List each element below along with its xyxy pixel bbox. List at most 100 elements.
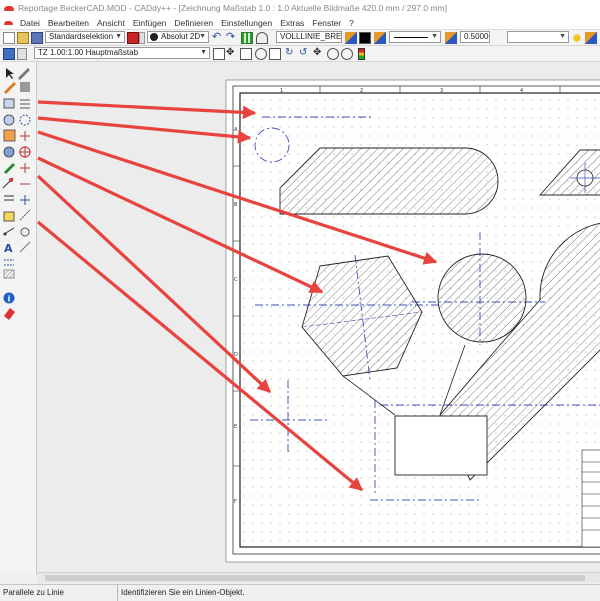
menu-extras[interactable]: Extras — [276, 18, 308, 28]
zoom-out-icon[interactable]: ↺ — [299, 48, 311, 60]
tool-palette: A i — [0, 62, 37, 574]
pen-icon[interactable] — [18, 68, 30, 80]
selection-mode-dropdown[interactable]: Standardselektion ▼ — [45, 31, 125, 43]
coordinate-icon — [150, 33, 158, 41]
settings-layer-icon[interactable] — [585, 32, 597, 44]
undo-icon[interactable]: ↶ — [212, 32, 224, 44]
line-style-layer-icon[interactable] — [374, 32, 386, 44]
text-marker-icon[interactable] — [3, 211, 15, 222]
drawing-tool-icon[interactable] — [3, 129, 16, 142]
arrow-double-icon[interactable] — [4, 195, 14, 201]
menu-einstellungen[interactable]: Einstellungen — [217, 18, 276, 28]
axis-cross-icon[interactable] — [20, 195, 30, 205]
status-prompt: Identifizieren Sie ein Linien-Objekt. — [121, 588, 245, 597]
horizontal-scrollbar[interactable] — [37, 572, 600, 583]
zoom-in-icon[interactable]: ↻ — [285, 48, 297, 60]
status-function: Parallele zu Linie — [0, 585, 118, 601]
arrow-select-icon[interactable] — [213, 48, 225, 60]
lightbulb-icon[interactable] — [572, 32, 582, 44]
drawing-sheet[interactable]: 1 2 3 4 A B C D E F — [37, 62, 600, 572]
coordinate-mode-dropdown[interactable]: Absolut 2D ▼ — [147, 31, 209, 43]
ruler-number-3: 3 — [440, 88, 443, 94]
select-arrow-icon[interactable] — [6, 68, 14, 79]
layer-icon[interactable] — [345, 32, 357, 44]
scrollbar-thumb[interactable] — [45, 575, 585, 581]
zoom-next-icon[interactable] — [341, 48, 353, 60]
menu-help[interactable]: ? — [345, 18, 358, 28]
chevron-down-icon: ▼ — [115, 33, 122, 40]
line-width-field[interactable]: 0.500000 — [460, 31, 490, 43]
circle-tool-icon[interactable] — [3, 114, 15, 126]
secondary-toolbar: TZ 1.00:1.00 Hauptmaßstab ▼ ✥ ↻ ↺ ✥ — [0, 46, 600, 62]
grid-icon[interactable] — [241, 32, 253, 44]
center-circle-icon[interactable] — [19, 146, 31, 158]
line-width-layer-icon[interactable] — [445, 32, 457, 44]
pencil-icon[interactable] — [4, 82, 16, 94]
scale-part-dropdown[interactable]: TZ 1.00:1.00 Hauptmaßstab ▼ — [34, 47, 210, 59]
redo-icon[interactable]: ↷ — [226, 32, 238, 44]
hatch-pattern-icon[interactable] — [3, 269, 15, 279]
chevron-down-icon: ▼ — [199, 33, 206, 40]
pan-icon[interactable]: ✥ — [226, 48, 238, 60]
eraser-icon[interactable] — [4, 308, 15, 320]
menu-bearbeiten[interactable]: Bearbeiten — [44, 18, 93, 28]
menu-fenster[interactable]: Fenster — [308, 18, 345, 28]
selection-filter-icon[interactable] — [127, 32, 139, 44]
document-icon[interactable] — [4, 20, 13, 25]
zoom-previous-icon[interactable] — [327, 48, 339, 60]
menu-bar: Datei Bearbeiten Ansicht Einfügen Defini… — [0, 16, 600, 30]
new-icon[interactable] — [3, 32, 15, 44]
zoom-window-icon[interactable] — [240, 48, 252, 60]
rotate-icon[interactable] — [3, 146, 15, 158]
letter-a-icon[interactable]: A — [4, 242, 13, 255]
extra-dropdown[interactable]: ▼ — [507, 31, 569, 43]
dashed-circle-icon[interactable] — [19, 114, 31, 126]
cross-line-icon[interactable] — [20, 131, 30, 141]
save-icon[interactable] — [31, 32, 43, 44]
ruler-letter-e: E — [234, 424, 237, 430]
diagonal-icon[interactable] — [19, 241, 31, 253]
ruler-letter-b: B — [234, 202, 238, 208]
menu-definieren[interactable]: Definieren — [170, 18, 217, 28]
snap-icon[interactable] — [20, 227, 30, 237]
part-list-icon[interactable] — [17, 48, 27, 60]
dimension-icon[interactable] — [19, 209, 31, 221]
chevron-down-icon: ▼ — [559, 33, 566, 40]
menu-datei[interactable]: Datei — [16, 18, 44, 28]
circle-shape — [437, 253, 527, 343]
chevron-down-icon: ▼ — [200, 49, 207, 56]
line-style-preview — [394, 37, 428, 38]
zoom-icon[interactable] — [255, 48, 267, 60]
green-pen-icon[interactable] — [4, 163, 15, 174]
perpendicular-icon[interactable] — [20, 163, 30, 173]
zoom-all-icon[interactable] — [269, 48, 281, 60]
hatch-tool-icon[interactable] — [2, 177, 14, 189]
line-style-dropdown[interactable]: ▼ — [389, 31, 441, 43]
color-icon[interactable] — [359, 32, 371, 44]
scale-part-value: TZ 1.00:1.00 Hauptmaßstab — [38, 48, 139, 57]
line-type-value: VOLLLINIE_BREIT — [280, 32, 342, 41]
zoom-pan-icon[interactable]: ✥ — [313, 48, 325, 60]
window-title: Reportage BeckerCAD.MOD - CADdy++ - [Zei… — [18, 3, 447, 13]
ruler-letter-c: C — [234, 277, 238, 283]
menu-ansicht[interactable]: Ansicht — [93, 18, 129, 28]
open-icon[interactable] — [17, 32, 29, 44]
traffic-light-icon[interactable] — [358, 48, 365, 60]
dashed-lines-icon[interactable] — [4, 259, 14, 266]
info-icon[interactable]: i — [3, 292, 15, 304]
menu-einfuegen[interactable]: Einfügen — [129, 18, 171, 28]
measure-icon[interactable] — [3, 227, 15, 236]
svg-text:A: A — [4, 242, 13, 255]
status-bar: Parallele zu Linie Identifizieren Sie ei… — [0, 584, 600, 601]
main-toolbar: Standardselektion ▼ Absolut 2D ▼ ↶ ↷ VOL… — [0, 30, 600, 46]
line-type-field[interactable]: VOLLLINIE_BREIT — [276, 31, 342, 43]
edit-icon[interactable] — [20, 82, 30, 92]
drawing-canvas[interactable]: 1 2 3 4 A B C D E F — [37, 62, 600, 572]
part-icon[interactable] — [3, 48, 15, 60]
view-icon[interactable] — [256, 32, 268, 44]
line-tool-icon[interactable] — [3, 98, 15, 109]
chevron-down-icon: ▼ — [431, 33, 438, 40]
title-bar: Reportage BeckerCAD.MOD - CADdy++ - [Zei… — [0, 0, 600, 17]
selection-filter-menu[interactable] — [139, 32, 145, 44]
parallel-line-icon[interactable] — [20, 99, 30, 109]
